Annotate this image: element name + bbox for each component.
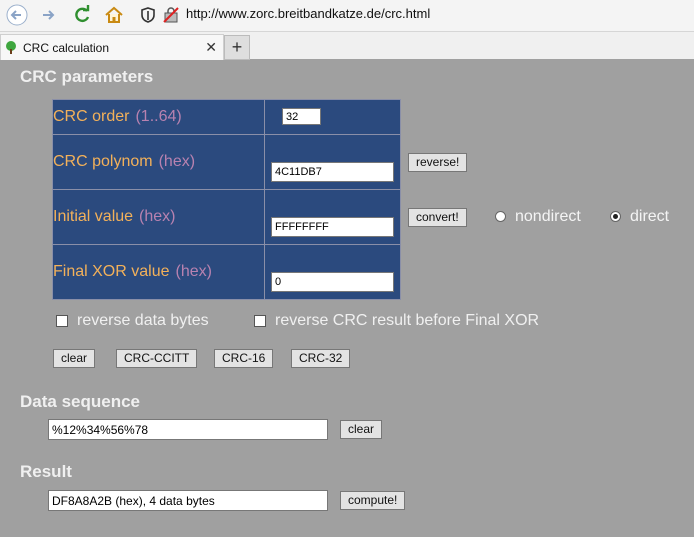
shield-icon [141, 7, 155, 23]
reload-icon [75, 5, 90, 23]
crc-parameters-heading: CRC parameters [20, 67, 154, 86]
home-button[interactable] [102, 3, 126, 27]
new-tab-button[interactable]: + [224, 35, 250, 60]
home-icon [105, 6, 123, 23]
tab-crc-calculation[interactable]: CRC calculation ✕ [0, 34, 224, 60]
reverse-data-bytes-checkbox[interactable] [56, 315, 68, 327]
crc-ccitt-button[interactable]: CRC-CCITT [116, 349, 198, 368]
tab-title: CRC calculation [23, 41, 110, 55]
final-xor-input[interactable] [271, 272, 394, 292]
address-bar[interactable]: http://www.zorc.breitbandkatze.de/crc.ht… [186, 6, 430, 21]
crc-16-button[interactable]: CRC-16 [214, 349, 274, 368]
crc-32-button[interactable]: CRC-32 [291, 349, 351, 368]
tab-bar: CRC calculation ✕ + [0, 32, 694, 60]
data-sequence-heading: Data sequence [20, 392, 140, 411]
clear-data-button[interactable]: clear [340, 420, 383, 439]
back-arrow-icon [6, 4, 28, 26]
initial-value-input[interactable] [271, 217, 394, 237]
forward-button[interactable] [36, 3, 60, 27]
browser-toolbar: http://www.zorc.breitbandkatze.de/crc.ht… [0, 0, 694, 32]
data-sequence-input[interactable] [48, 419, 328, 440]
reverse-crc-result-checkbox[interactable] [254, 315, 266, 327]
crc-polynom-label: CRC polynom (hex) [52, 134, 265, 190]
forward-arrow-icon [43, 10, 55, 20]
nondirect-radio[interactable] [495, 211, 506, 222]
crc-order-input[interactable] [282, 108, 321, 125]
reverse-data-bytes-label: reverse data bytes [77, 312, 209, 329]
back-button[interactable] [5, 3, 29, 27]
insecure-lock-icon [163, 7, 179, 23]
direct-radio[interactable] [610, 211, 621, 222]
close-tab-icon[interactable]: ✕ [205, 39, 217, 56]
favicon-icon [6, 41, 16, 54]
crc-parameters-table: CRC order(1..64) CRC polynom(hex) Initia… [52, 99, 401, 300]
reverse-crc-result-label: reverse CRC result before Final XOR [275, 312, 540, 329]
nondirect-label: nondirect [515, 208, 581, 225]
tracking-protection-button[interactable] [136, 3, 160, 27]
direct-label: direct [630, 208, 670, 225]
reverse-button[interactable]: reverse! [408, 153, 468, 172]
initial-value-label: Initial value (hex) [52, 189, 265, 245]
compute-button[interactable]: compute! [340, 491, 406, 510]
reload-button[interactable] [70, 3, 94, 27]
final-xor-label: Final XOR value (hex) [52, 244, 265, 300]
result-heading: Result [20, 462, 72, 481]
result-output[interactable] [48, 490, 328, 511]
insecure-connection-button[interactable] [159, 3, 183, 27]
crc-order-label: CRC order (1..64) [52, 99, 265, 135]
convert-button[interactable]: convert! [408, 208, 467, 227]
clear-params-button[interactable]: clear [53, 349, 96, 368]
crc-polynom-input[interactable] [271, 162, 394, 182]
